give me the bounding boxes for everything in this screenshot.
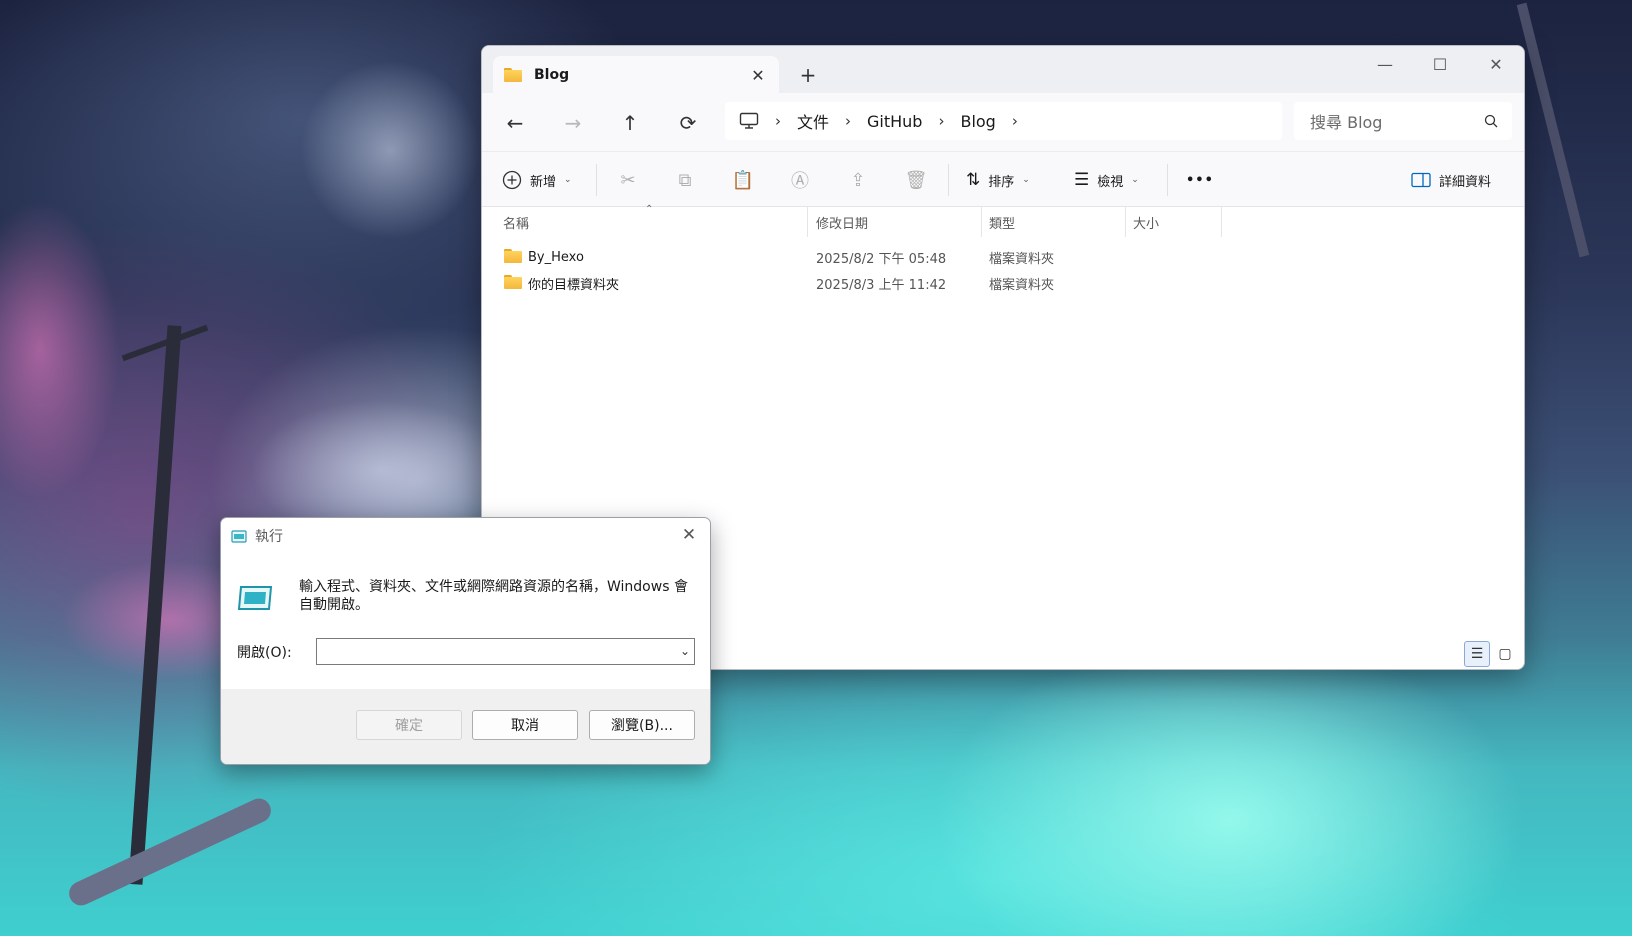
sort-label: 排序 — [988, 174, 1015, 190]
cancel-button[interactable]: 取消 — [472, 710, 578, 740]
open-combobox[interactable]: ⌄ — [316, 638, 695, 665]
copy-icon[interactable]: ⧉ — [671, 166, 699, 194]
folder-icon — [504, 67, 522, 82]
run-dialog-footer: 確定 取消 瀏覽(B)... — [221, 689, 710, 764]
divider[interactable] — [981, 207, 982, 237]
file-date: 2025/8/3 上午 11:42 — [816, 277, 947, 293]
run-dialog-title: 執行 — [255, 529, 283, 545]
new-button[interactable]: 新增 ⌄ — [502, 166, 572, 194]
chevron-right-icon[interactable]: › — [1012, 112, 1018, 130]
tab-blog[interactable]: Blog ✕ — [493, 56, 779, 93]
forward-button[interactable]: → — [559, 109, 587, 137]
chevron-down-icon: ⌄ — [564, 175, 572, 185]
close-icon[interactable]: ✕ — [678, 524, 700, 546]
refresh-button[interactable]: ⟳ — [674, 109, 702, 137]
view-label: 檢視 — [1097, 174, 1124, 190]
paste-icon[interactable]: 📋 — [729, 166, 757, 194]
address-bar[interactable]: › 文件 › GitHub › Blog › — [725, 102, 1282, 140]
details-pane-icon — [1411, 172, 1431, 188]
plus-circle-icon — [502, 170, 522, 190]
chevron-down-icon[interactable]: ⌄ — [680, 644, 690, 658]
folder-icon — [504, 275, 522, 289]
browse-button[interactable]: 瀏覽(B)... — [589, 710, 695, 740]
run-dialog: 執行 ✕ 輸入程式、資料夾、文件或網際網路資源的名稱，Windows 會自動開啟… — [220, 517, 711, 765]
sort-icon: ⇅ — [966, 170, 981, 190]
search-box[interactable]: 搜尋 Blog — [1294, 102, 1512, 140]
column-header-type[interactable]: 類型 — [989, 207, 1015, 237]
back-button[interactable]: ← — [501, 109, 529, 137]
search-icon — [1484, 113, 1498, 132]
list-view-icon: ☰ — [1470, 646, 1484, 662]
close-window-button[interactable]: ✕ — [1473, 50, 1519, 78]
details-label: 詳細資料 — [1439, 174, 1492, 190]
column-header-date[interactable]: 修改日期 — [816, 207, 868, 237]
sort-button[interactable]: ⇅ 排序 ⌄ — [966, 166, 1030, 194]
file-name: By_Hexo — [528, 249, 584, 265]
file-type: 檔案資料夾 — [989, 277, 1055, 293]
view-button[interactable]: ☰ 檢視 ⌄ — [1074, 166, 1139, 194]
maximize-button[interactable]: ☐ — [1417, 50, 1463, 78]
tiles-view-icon: ▢ — [1498, 646, 1512, 662]
file-type: 檔案資料夾 — [989, 251, 1055, 267]
chevron-right-icon[interactable]: › — [775, 112, 781, 130]
column-header-size[interactable]: 大小 — [1133, 207, 1159, 237]
search-placeholder: 搜尋 Blog — [1310, 113, 1383, 132]
run-program-icon — [237, 584, 273, 612]
tab-title: Blog — [534, 66, 570, 83]
chevron-right-icon[interactable]: › — [845, 112, 851, 130]
up-button[interactable]: ↑ — [616, 109, 644, 137]
title-bar: Blog ✕ + — ☐ ✕ — [482, 46, 1524, 93]
folder-icon — [504, 249, 522, 263]
view-list-icon: ☰ — [1074, 170, 1090, 190]
file-name: 你的目標資料夾 — [528, 277, 620, 293]
delete-icon[interactable]: 🗑 — [902, 166, 930, 194]
divider[interactable] — [1125, 207, 1126, 237]
divider[interactable] — [1221, 207, 1222, 237]
navigation-bar: ← → ↑ ⟳ › 文件 › GitHub › Blog › 搜尋 Blog — [482, 93, 1524, 151]
computer-icon[interactable] — [739, 112, 759, 130]
breadcrumb-item-documents[interactable]: 文件 — [797, 109, 829, 133]
chevron-right-icon[interactable]: › — [938, 112, 944, 130]
new-label: 新增 — [530, 174, 557, 190]
cut-icon[interactable]: ✂ — [614, 166, 642, 194]
table-row[interactable]: By_Hexo 2025/8/2 下午 05:48 檔案資料夾 — [496, 245, 1256, 269]
file-date: 2025/8/2 下午 05:48 — [816, 251, 947, 267]
run-icon — [231, 528, 247, 543]
breadcrumb-item-github[interactable]: GitHub — [867, 112, 922, 131]
table-row[interactable]: 你的目標資料夾 2025/8/3 上午 11:42 檔案資料夾 — [496, 271, 1256, 295]
sort-ascending-icon: ⌃ — [645, 204, 654, 215]
chevron-down-icon: ⌄ — [1022, 175, 1030, 185]
chevron-down-icon: ⌄ — [1131, 175, 1139, 185]
open-label: 開啟(O): — [237, 645, 292, 661]
minimize-button[interactable]: — — [1362, 50, 1408, 78]
command-bar: 新增 ⌄ ✂ ⧉ 📋 Ⓐ ⇪ 🗑 ⇅ 排序 ⌄ ☰ 檢視 ⌄ ••• 詳細資料 — [482, 151, 1524, 207]
tab-close-button[interactable]: ✕ — [747, 64, 769, 86]
divider — [596, 164, 597, 196]
run-description: 輸入程式、資料夾、文件或網際網路資源的名稱，Windows 會自動開啟。 — [299, 579, 688, 613]
more-options-button[interactable]: ••• — [1186, 166, 1214, 194]
rename-icon[interactable]: Ⓐ — [786, 166, 814, 194]
run-title-bar: 執行 ✕ — [221, 518, 710, 552]
share-icon[interactable]: ⇪ — [844, 166, 872, 194]
new-tab-button[interactable]: + — [796, 63, 820, 87]
divider — [1167, 164, 1168, 196]
details-view-button[interactable]: ☰ — [1464, 641, 1490, 667]
tiles-view-button[interactable]: ▢ — [1492, 641, 1518, 667]
column-header-name[interactable]: 名稱 — [503, 207, 529, 237]
breadcrumb-item-blog[interactable]: Blog — [960, 112, 995, 131]
ok-button[interactable]: 確定 — [356, 710, 462, 740]
divider — [948, 164, 949, 196]
details-pane-button[interactable]: 詳細資料 — [1411, 166, 1491, 194]
divider[interactable] — [807, 207, 808, 237]
